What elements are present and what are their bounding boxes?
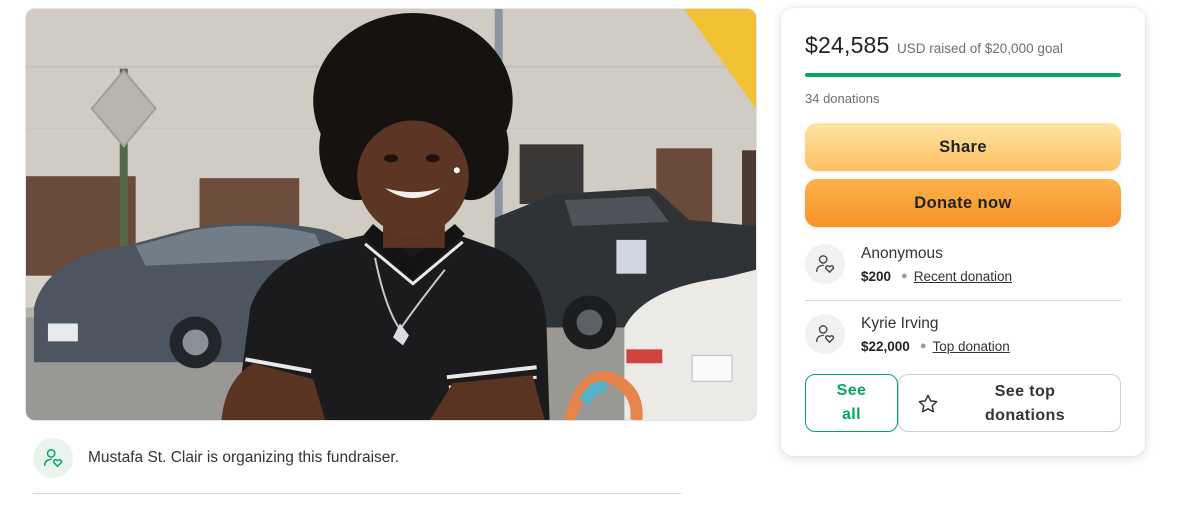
donor-list-item: Anonymous $200 ● Recent donation: [805, 241, 1121, 301]
donor-heart-icon: [805, 244, 845, 284]
organizer-row: Mustafa St. Clair is organizing this fun…: [33, 438, 681, 494]
donation-card: $24,585 USD raised of $20,000 goal 34 do…: [781, 8, 1145, 456]
donor-meta: $200 ● Recent donation: [861, 269, 1012, 284]
raised-summary: $24,585 USD raised of $20,000 goal: [805, 32, 1063, 59]
separator-dot: ●: [919, 340, 927, 352]
donor-list-item: Kyrie Irving $22,000 ● Top donation: [805, 311, 1121, 371]
raised-amount: $24,585: [805, 32, 890, 58]
share-button[interactable]: Share: [805, 123, 1121, 171]
see-all-button[interactable]: See all: [805, 374, 898, 432]
donor-name: Kyrie Irving: [861, 315, 939, 332]
fundraiser-hero-image: [25, 8, 757, 421]
donations-count: 34 donations: [805, 91, 880, 106]
goal-progress-fill: [805, 73, 1121, 77]
recent-donation-link[interactable]: Recent donation: [914, 269, 1012, 284]
donor-meta: $22,000 ● Top donation: [861, 339, 1010, 354]
organizer-heart-icon: [33, 438, 73, 478]
see-top-donations-button[interactable]: See top donations: [898, 374, 1121, 432]
raised-goal: USD raised of $20,000 goal: [897, 41, 1063, 56]
donor-amount: $22,000: [861, 339, 910, 354]
hero-photo: [26, 9, 756, 420]
separator-dot: ●: [901, 270, 908, 282]
top-donation-link[interactable]: Top donation: [932, 339, 1009, 354]
star-icon: [917, 393, 939, 423]
see-top-donations-label: See top donations: [984, 383, 1066, 424]
donor-heart-icon: [805, 314, 845, 354]
goal-progress-bar: [805, 73, 1121, 77]
organizer-text: Mustafa St. Clair is organizing this fun…: [88, 449, 399, 466]
see-all-label: See all: [836, 382, 867, 423]
donor-amount: $200: [861, 269, 892, 284]
donate-now-button[interactable]: Donate now: [805, 179, 1121, 227]
donor-name: Anonymous: [861, 245, 943, 262]
